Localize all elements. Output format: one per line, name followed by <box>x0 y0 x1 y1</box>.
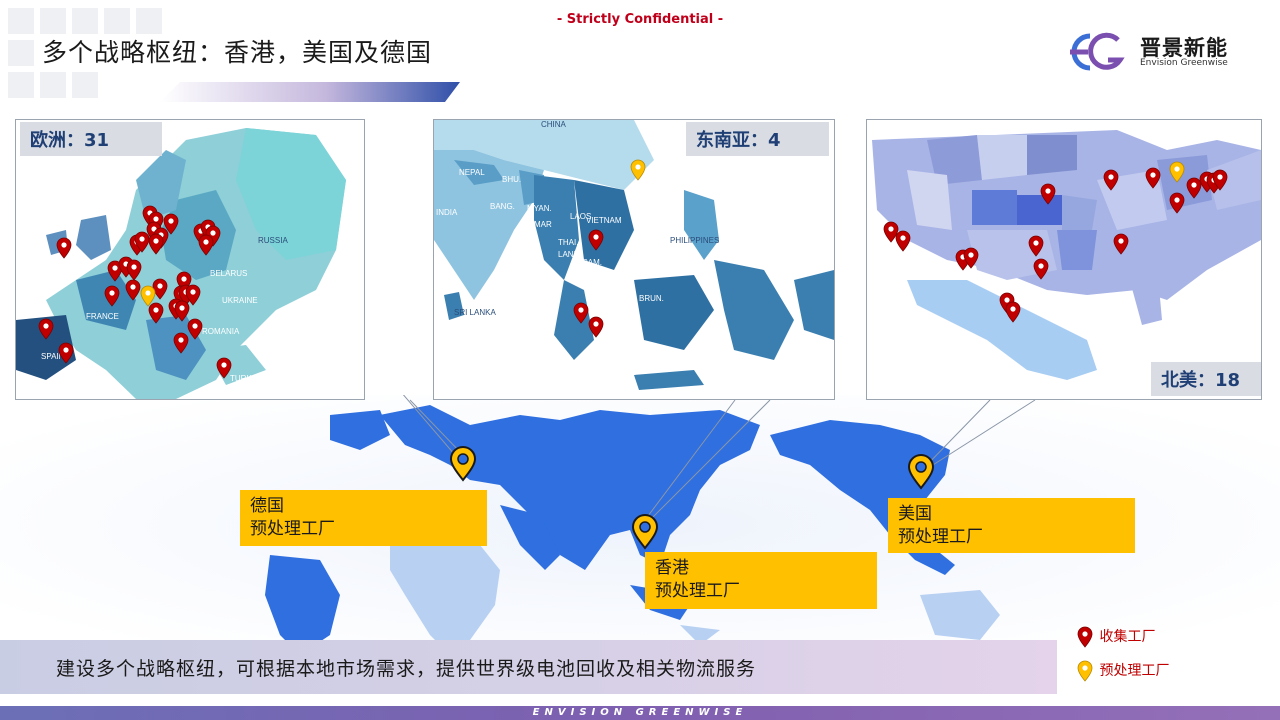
usa-hub-type: 预处理工厂 <box>898 527 983 547</box>
logo-name-en: Envision Greenwise <box>1140 58 1228 68</box>
usa-hub-name: 美国 <box>898 504 932 524</box>
confidential-label: - Strictly Confidential - <box>556 12 724 27</box>
page-title: 多个战略枢纽：香港，美国及德国 <box>42 38 433 67</box>
north-america-pins <box>883 161 1228 323</box>
title-underline-bar <box>160 82 460 102</box>
europe-map-panel: 欧洲：31 RUSSIA UKRAINE BELARUS FRANCE SPAI… <box>15 119 365 400</box>
germany-hub-name: 德国 <box>250 496 284 516</box>
summary-banner-text: 建设多个战略枢纽，可根据本地市场需求，提供世界级电池回收及相关物流服务 <box>56 658 757 680</box>
footer-text: ENVISION GREENWISE <box>532 707 748 718</box>
hongkong-hub-type: 预处理工厂 <box>655 581 740 601</box>
legend-pretreatment: 预处理工厂 <box>1075 659 1169 683</box>
hongkong-hub-tag: 香港 预处理工厂 <box>645 552 877 609</box>
germany-hub-type: 预处理工厂 <box>250 519 335 539</box>
southeast-asia-pins <box>573 159 646 338</box>
red-map-pin-icon <box>1077 626 1093 648</box>
yellow-map-pin-icon <box>1077 660 1093 682</box>
legend-collection: 收集工厂 <box>1075 625 1155 649</box>
europe-pins <box>38 205 232 379</box>
hongkong-hub-name: 香港 <box>655 558 689 578</box>
legend-pretreatment-label: 预处理工厂 <box>1099 663 1170 679</box>
germany-hub-tag: 德国 预处理工厂 <box>240 490 487 546</box>
southeast-asia-map-panel: 东南亚：4 CHINA NEPAL BHU. BANG. INDIA MYAN.… <box>433 119 835 400</box>
legend-collection-label: 收集工厂 <box>1099 629 1156 645</box>
usa-hub-tag: 美国 预处理工厂 <box>888 498 1135 553</box>
north-america-map-panel: 北美：18 <box>866 119 1262 400</box>
